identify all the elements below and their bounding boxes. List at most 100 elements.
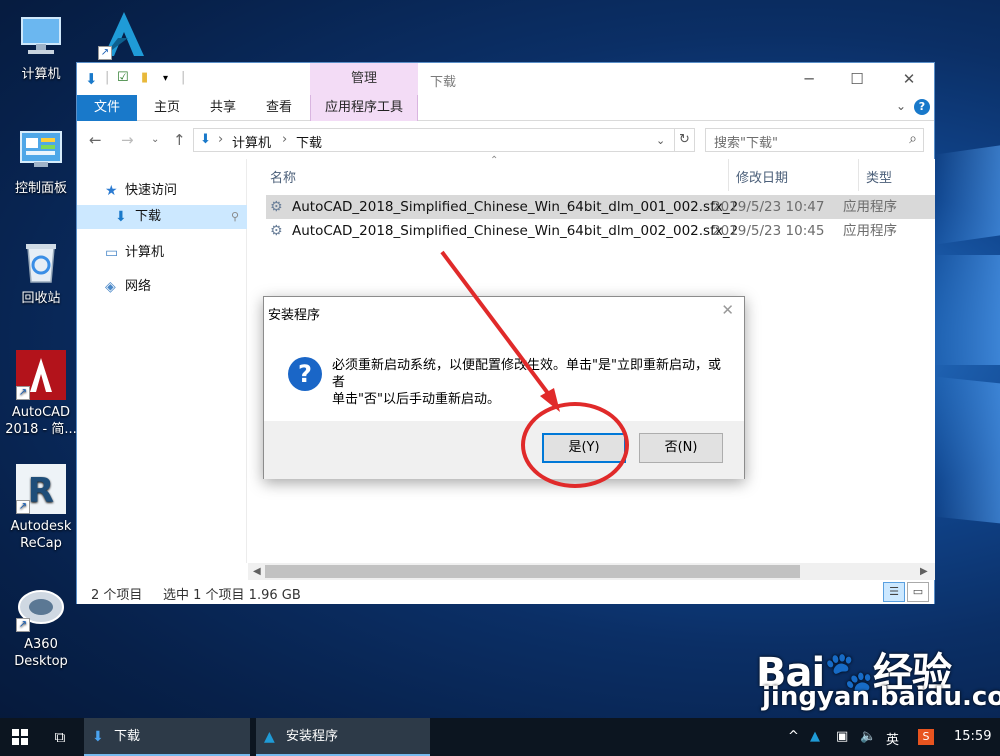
taskbar-app-installer[interactable]: ▲ 安装程序 — [256, 718, 430, 756]
horizontal-scrollbar[interactable]: ◀ ▶ — [248, 563, 935, 580]
sogou-ime-icon[interactable]: S — [918, 729, 934, 745]
column-divider[interactable] — [728, 159, 729, 191]
computer-icon: ▭ — [105, 245, 119, 261]
pin-icon[interactable]: ⚲ — [231, 205, 239, 229]
desktop-icon-control-panel[interactable]: 控制面板 — [2, 126, 80, 197]
taskbar-app-label: 安装程序 — [286, 729, 339, 744]
volume-icon[interactable]: 🔈 — [860, 729, 876, 744]
window-title: 下载 — [430, 75, 457, 90]
star-icon: ★ — [105, 183, 118, 199]
file-date: 2019/5/23 10:45 — [712, 223, 825, 239]
nav-label: 网络 — [125, 279, 152, 294]
breadcrumb-computer[interactable]: 计算机 — [232, 132, 271, 151]
recycle-bin-icon — [16, 236, 66, 286]
control-panel-icon — [16, 126, 66, 176]
tab-file[interactable]: 文件 — [77, 95, 137, 121]
desktop-icon-a360[interactable]: ↗ A360 Desktop — [2, 582, 80, 670]
tray-overflow-icon[interactable]: ^ — [788, 729, 799, 744]
nav-quick-access[interactable]: ★ 快速访问 — [77, 179, 247, 203]
autocad-icon: ↗ — [16, 350, 66, 400]
shortcut-arrow-icon: ↗ — [16, 618, 30, 632]
desktop-icon-recap[interactable]: R ↗ Autodesk ReCap — [2, 464, 80, 552]
search-icon: ⌕ — [909, 131, 917, 147]
column-divider[interactable] — [858, 159, 859, 191]
desktop-icon-autocad[interactable]: ↗ AutoCAD 2018 - 简... — [2, 350, 80, 438]
customize-quick-access-icon[interactable]: ▾ — [163, 73, 168, 84]
tab-view[interactable]: 查看 — [257, 95, 301, 121]
help-icon[interactable]: ? — [914, 99, 930, 115]
task-view-button[interactable]: ⧉ — [48, 718, 72, 756]
breadcrumb-downloads[interactable]: 下载 — [296, 132, 322, 151]
search-input[interactable]: 搜索"下载" — [714, 132, 778, 151]
dialog-message-line: 必须重新启动系统，以便配置修改生效。单击"是"立即重新启动，或者 — [332, 358, 721, 390]
installer-dialog[interactable]: 安装程序 ✕ ? 必须重新启动系统，以便配置修改生效。单击"是"立即重新启动，或… — [263, 296, 745, 479]
file-date: 2019/5/23 10:47 — [712, 199, 825, 215]
close-icon[interactable]: ✕ — [721, 301, 734, 319]
column-header-name[interactable]: 名称 — [270, 167, 296, 186]
nav-network[interactable]: ◈ 网络 — [77, 275, 247, 299]
desktop-autodesk-shortcut[interactable]: ↗ — [98, 8, 150, 60]
scrollbar-thumb[interactable] — [265, 565, 800, 578]
large-icons-view-button[interactable]: ▭ — [907, 582, 929, 602]
recent-locations-button[interactable]: ⌄ — [151, 134, 159, 145]
start-button[interactable] — [0, 718, 40, 756]
baidu-watermark-url: jingyan.baidu.com — [762, 682, 1000, 712]
details-view-button[interactable]: ☰ — [883, 582, 905, 602]
title-bar[interactable]: ⬇ | ☑ ▮ ▾ | 管理 下载 ─ ☐ ✕ — [77, 63, 934, 95]
item-count: 2 个项目 — [91, 588, 143, 603]
close-button[interactable]: ✕ — [897, 67, 921, 91]
windows-logo-icon — [12, 729, 28, 745]
autodesk-tray-icon[interactable]: ▲ — [810, 729, 820, 744]
status-bar: 2 个项目 选中 1 个项目 1.96 GB ☰ ▭ — [77, 580, 934, 604]
clock[interactable]: 15:59 — [954, 729, 991, 744]
recap-icon: R ↗ — [16, 464, 66, 514]
back-button[interactable]: ← — [89, 131, 102, 149]
desktop-icon-label: 回收站 — [21, 291, 61, 306]
desktop-icon-computer[interactable]: 计算机 — [2, 12, 80, 83]
maximize-button[interactable]: ☐ — [845, 67, 869, 91]
refresh-button[interactable]: ↻ — [674, 128, 695, 152]
context-tab-header: 管理 — [310, 63, 418, 95]
ime-indicator[interactable]: 英 — [886, 729, 899, 748]
search-box[interactable]: 搜索"下载" ⌕ — [705, 128, 924, 152]
wallpaper-beam — [935, 376, 1000, 524]
wallpaper-beam — [935, 145, 1000, 245]
forward-button[interactable]: → — [121, 131, 134, 149]
annotation-circle — [521, 402, 629, 488]
table-row[interactable]: ⚙ AutoCAD_2018_Simplified_Chinese_Win_64… — [266, 219, 935, 243]
tab-share[interactable]: 共享 — [201, 95, 245, 121]
chevron-down-icon[interactable]: ⌄ — [896, 99, 906, 113]
downloads-arrow-icon: ⬇ — [92, 729, 104, 745]
shortcut-arrow-icon: ↗ — [16, 386, 30, 400]
nav-downloads[interactable]: ⬇ 下载 ⚲ — [77, 205, 247, 229]
taskbar-app-downloads[interactable]: ⬇ 下载 — [84, 718, 250, 756]
desktop-icon-label: 计算机 — [21, 67, 61, 82]
address-bar[interactable]: ⬇ › 计算机 › 下载 ⌄ — [193, 128, 695, 152]
column-header-type[interactable]: 类型 — [866, 167, 892, 186]
scroll-left-icon[interactable]: ◀ — [253, 563, 261, 580]
network-icon[interactable]: ▣ — [836, 729, 848, 744]
column-header-date[interactable]: 修改日期 — [736, 167, 788, 186]
separator: | — [181, 70, 186, 85]
taskbar: ⧉ ⬇ 下载 ▲ 安装程序 ^ ▲ ▣ 🔈 英 S 15:59 — [0, 718, 1000, 756]
ribbon-tabs: 文件 主页 共享 查看 应用程序工具 ⌄ ? — [77, 95, 934, 121]
nav-computer[interactable]: ▭ 计算机 — [77, 241, 247, 265]
desktop-icon-label: Autodesk ReCap — [10, 519, 72, 551]
new-folder-icon[interactable]: ▮ — [141, 70, 148, 85]
computer-icon — [16, 12, 66, 62]
up-button[interactable]: ↑ — [173, 131, 186, 149]
properties-icon[interactable]: ☑ — [117, 70, 129, 85]
address-dropdown-icon[interactable]: ⌄ — [656, 134, 665, 147]
downloads-arrow-icon: ⬇ — [85, 70, 98, 88]
table-row[interactable]: ⚙ AutoCAD_2018_Simplified_Chinese_Win_64… — [266, 195, 935, 219]
desktop-icon-label: AutoCAD 2018 - 简... — [5, 405, 77, 437]
tab-home[interactable]: 主页 — [145, 95, 189, 121]
installer-file-icon: ⚙ — [270, 223, 283, 239]
breadcrumb-chevron-icon[interactable]: › — [218, 132, 223, 147]
no-button[interactable]: 否(N) — [639, 433, 723, 463]
breadcrumb-chevron-icon[interactable]: › — [282, 132, 287, 147]
desktop-icon-recycle-bin[interactable]: 回收站 — [2, 236, 80, 307]
scroll-right-icon[interactable]: ▶ — [920, 563, 928, 580]
tab-application-tools[interactable]: 应用程序工具 — [310, 95, 418, 121]
minimize-button[interactable]: ─ — [797, 67, 821, 91]
